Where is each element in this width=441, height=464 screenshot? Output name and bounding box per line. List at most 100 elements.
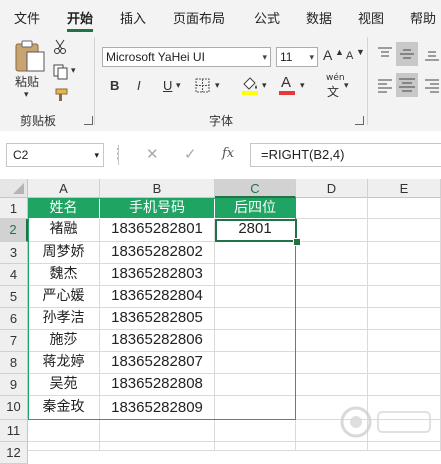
underline-button[interactable]: U <box>163 78 172 93</box>
copy-icon[interactable] <box>53 64 69 80</box>
cell-e7[interactable] <box>368 330 441 352</box>
cell-b3[interactable]: 18365282802 <box>100 242 215 264</box>
cell-a5[interactable]: 严心媛 <box>28 286 100 308</box>
fill-handle[interactable] <box>293 238 301 246</box>
cell-c9[interactable] <box>215 374 296 396</box>
tab-file[interactable]: 文件 <box>14 8 40 27</box>
tab-formulas[interactable]: 公式 <box>254 8 280 27</box>
font-size-combo[interactable]: 11 ▾ <box>276 47 318 67</box>
paste-label[interactable]: 粘贴 <box>15 73 39 90</box>
column-header-a[interactable]: A <box>28 179 100 198</box>
cell-a10[interactable]: 秦金玫 <box>28 396 100 420</box>
tab-insert[interactable]: 插入 <box>120 8 146 27</box>
tab-data[interactable]: 数据 <box>306 8 332 27</box>
cell-d4[interactable] <box>296 264 368 286</box>
cell-e2[interactable] <box>368 219 441 242</box>
row-header-6[interactable]: 6 <box>0 308 28 330</box>
cell-b6[interactable]: 18365282805 <box>100 308 215 330</box>
underline-dropdown-arrow[interactable]: ▾ <box>176 80 181 91</box>
cell-b8[interactable]: 18365282807 <box>100 352 215 374</box>
row-header-12[interactable]: 12 <box>0 442 28 464</box>
tab-page-layout[interactable]: 页面布局 <box>173 8 225 27</box>
cell-c7[interactable] <box>215 330 296 352</box>
row-header-2[interactable]: 2 <box>0 219 28 242</box>
borders-icon[interactable] <box>195 78 210 93</box>
cell-a1[interactable]: 姓名 <box>28 198 100 219</box>
cell-b4[interactable]: 18365282803 <box>100 264 215 286</box>
cell-b7[interactable]: 18365282806 <box>100 330 215 352</box>
cell-d9[interactable] <box>296 374 368 396</box>
phonetic-dropdown-arrow[interactable]: ▾ <box>344 80 349 91</box>
cell-b10[interactable]: 18365282809 <box>100 396 215 420</box>
insert-function-button[interactable]: fx <box>222 146 234 161</box>
cell-b12[interactable] <box>100 442 215 451</box>
cell-c5[interactable] <box>215 286 296 308</box>
bold-button[interactable]: B <box>110 78 119 93</box>
column-header-b[interactable]: B <box>100 179 215 198</box>
cell-d6[interactable] <box>296 308 368 330</box>
cell-b2[interactable]: 18365282801 <box>100 219 215 242</box>
align-middle-button[interactable] <box>396 42 418 66</box>
row-header-10[interactable]: 10 <box>0 396 28 420</box>
paste-dropdown-arrow[interactable]: ▾ <box>24 89 29 100</box>
cell-c6[interactable] <box>215 308 296 330</box>
align-top-icon[interactable] <box>377 46 393 62</box>
decrease-font-size-button[interactable]: A <box>346 50 353 62</box>
row-header-4[interactable]: 4 <box>0 264 28 286</box>
tab-home[interactable]: 开始 <box>67 8 93 27</box>
font-color-dropdown-arrow[interactable]: ▾ <box>300 80 305 91</box>
column-header-c[interactable]: C <box>215 179 296 198</box>
font-name-combo[interactable]: Microsoft YaHei UI ▾ <box>102 47 271 67</box>
row-header-11[interactable]: 11 <box>0 420 28 442</box>
font-color-button[interactable]: A <box>281 74 291 91</box>
phonetic-guide-label[interactable]: wén <box>326 73 345 83</box>
select-all-corner[interactable] <box>0 179 28 198</box>
cell-b11[interactable] <box>100 420 215 442</box>
cell-d3[interactable] <box>296 242 368 264</box>
cell-a4[interactable]: 魏杰 <box>28 264 100 286</box>
cell-e6[interactable] <box>368 308 441 330</box>
cell-d2[interactable] <box>296 219 368 242</box>
cell-c3[interactable] <box>215 242 296 264</box>
row-header-3[interactable]: 3 <box>0 242 28 264</box>
cell-a6[interactable]: 孙孝洁 <box>28 308 100 330</box>
cell-a2[interactable]: 褚融 <box>28 219 100 242</box>
italic-button[interactable]: I <box>137 78 141 93</box>
cell-c12[interactable] <box>215 442 296 451</box>
cell-a12[interactable] <box>28 442 100 451</box>
cell-e8[interactable] <box>368 352 441 374</box>
cell-d1[interactable] <box>296 198 368 219</box>
cell-e5[interactable] <box>368 286 441 308</box>
cell-c2[interactable]: 2801 <box>215 219 296 242</box>
cell-b1[interactable]: 手机号码 <box>100 198 215 219</box>
cell-a7[interactable]: 施莎 <box>28 330 100 352</box>
row-header-5[interactable]: 5 <box>0 286 28 308</box>
cut-icon[interactable] <box>53 39 67 55</box>
cell-e3[interactable] <box>368 242 441 264</box>
copy-dropdown-arrow[interactable]: ▾ <box>71 65 76 76</box>
row-header-9[interactable]: 9 <box>0 374 28 396</box>
align-bottom-icon[interactable] <box>424 46 440 62</box>
cell-c10[interactable] <box>215 396 296 420</box>
align-center-button[interactable] <box>396 73 418 97</box>
tab-view[interactable]: 视图 <box>358 8 384 27</box>
cell-c4[interactable] <box>215 264 296 286</box>
cell-a8[interactable]: 蒋龙婷 <box>28 352 100 374</box>
cell-d8[interactable] <box>296 352 368 374</box>
cell-a9[interactable]: 吴苑 <box>28 374 100 396</box>
column-header-d[interactable]: D <box>296 179 368 198</box>
cell-b5[interactable]: 18365282804 <box>100 286 215 308</box>
column-header-e[interactable]: E <box>368 179 441 198</box>
cell-c11[interactable] <box>215 420 296 442</box>
cell-e9[interactable] <box>368 374 441 396</box>
cell-a3[interactable]: 周梦娇 <box>28 242 100 264</box>
enter-check-icon[interactable]: ✓ <box>184 145 197 163</box>
format-painter-icon[interactable] <box>53 88 69 102</box>
tab-help[interactable]: 帮助 <box>410 8 436 27</box>
cell-a11[interactable] <box>28 420 100 442</box>
paste-icon[interactable] <box>14 39 46 73</box>
row-header-1[interactable]: 1 <box>0 198 28 219</box>
name-box[interactable]: C2 ▾ <box>6 143 104 167</box>
phonetic-guide-button[interactable]: 文 <box>327 83 339 100</box>
font-dialog-launcher-icon[interactable] <box>355 116 364 125</box>
